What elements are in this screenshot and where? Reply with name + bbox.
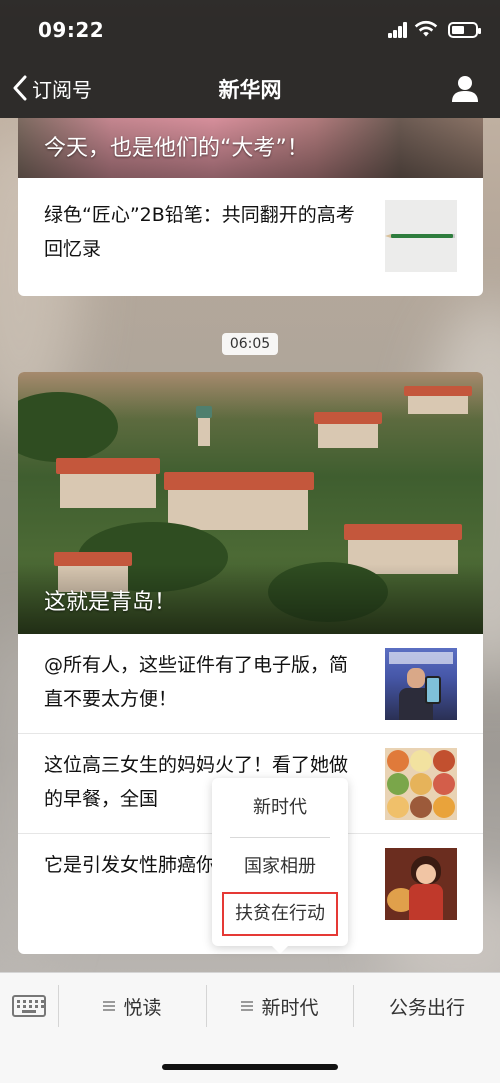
top-bar: 09:22 订阅号 新华网 bbox=[0, 0, 500, 118]
chevron-left-icon bbox=[13, 75, 27, 101]
card-banner[interactable]: 今天，也是他们的“大考”！ bbox=[18, 118, 483, 178]
article-title: @所有人，这些证件有了电子版，简直不要太方便！ bbox=[44, 654, 349, 710]
roof bbox=[56, 458, 160, 474]
dish bbox=[410, 773, 432, 795]
tower-roof bbox=[196, 406, 212, 418]
roof bbox=[314, 412, 382, 424]
submenu-divider bbox=[230, 837, 330, 838]
message-timestamp: 06:05 bbox=[222, 333, 278, 355]
tab-label: 悦读 bbox=[123, 996, 162, 1019]
dish bbox=[410, 750, 432, 772]
thumb-face bbox=[407, 668, 425, 688]
tab-xinshidai[interactable]: 新时代 bbox=[207, 983, 353, 1029]
thumb-dress bbox=[409, 884, 443, 920]
home-indicator[interactable] bbox=[162, 1064, 338, 1070]
article-item[interactable]: 绿色“匠心”2B铅笔：共同翻开的高考回忆录 bbox=[18, 178, 483, 296]
cellular-signal-icon bbox=[388, 22, 408, 38]
pencil-image bbox=[385, 234, 455, 238]
dish bbox=[387, 796, 409, 818]
dish bbox=[387, 773, 409, 795]
tab-yuedu[interactable]: 悦读 bbox=[59, 983, 206, 1029]
article-item[interactable]: @所有人，这些证件有了电子版，简直不要太方便！ bbox=[18, 634, 483, 734]
profile-icon[interactable] bbox=[450, 74, 480, 104]
anime-girl-image bbox=[385, 848, 457, 920]
keyboard-icon bbox=[12, 995, 46, 1017]
building bbox=[168, 484, 308, 530]
menu-lines-icon bbox=[103, 1001, 116, 1011]
nav-bar: 订阅号 新华网 bbox=[0, 62, 500, 114]
article-title: 绿色“匠心”2B铅笔：共同翻开的高考回忆录 bbox=[44, 204, 355, 260]
tab-official-travel[interactable]: 公务出行 bbox=[354, 983, 500, 1029]
article-card-1: 今天，也是他们的“大考”！ 绿色“匠心”2B铅笔：共同翻开的高考回忆录 bbox=[18, 118, 483, 296]
roof bbox=[404, 386, 472, 396]
breakfast-dishes-image bbox=[385, 748, 457, 820]
tab-label: 新时代 bbox=[261, 996, 319, 1019]
submenu-item-national-album[interactable]: 国家相册 bbox=[222, 845, 338, 889]
back-button[interactable]: 订阅号 bbox=[12, 72, 92, 104]
back-label: 订阅号 bbox=[32, 77, 92, 102]
pencil-thumbnail bbox=[385, 200, 457, 272]
submenu-item-poverty-alleviation[interactable]: 扶贫在行动 bbox=[222, 892, 338, 936]
dish bbox=[387, 750, 409, 772]
status-bar: 09:22 bbox=[0, 0, 500, 60]
battery-level bbox=[452, 26, 464, 34]
dish bbox=[433, 796, 455, 818]
thumb-banner bbox=[389, 652, 453, 664]
banner-caption: 今天，也是他们的“大考”！ bbox=[44, 136, 309, 161]
thumb-phone bbox=[425, 676, 441, 704]
roof bbox=[164, 472, 314, 490]
submenu-item-xinshidai[interactable]: 新时代 bbox=[222, 786, 338, 830]
wifi-icon bbox=[414, 20, 438, 37]
dish bbox=[410, 796, 432, 818]
menu-lines-icon bbox=[241, 1001, 254, 1011]
tab-label: 公务出行 bbox=[388, 996, 465, 1019]
dish bbox=[433, 750, 455, 772]
keyboard-toggle-button[interactable] bbox=[0, 983, 58, 1029]
tree-cluster bbox=[18, 392, 118, 462]
battery-icon bbox=[448, 22, 481, 38]
dish bbox=[433, 773, 455, 795]
person-holding-phone-image bbox=[385, 648, 457, 720]
roof bbox=[344, 524, 462, 540]
thumb-face bbox=[416, 864, 436, 884]
building bbox=[318, 420, 378, 448]
submenu-popup: 新时代 国家相册 扶贫在行动 bbox=[212, 778, 348, 954]
status-time: 09:22 bbox=[38, 18, 105, 42]
tower bbox=[198, 416, 210, 446]
building bbox=[60, 468, 156, 508]
hero-caption: 这就是青岛！ bbox=[44, 590, 177, 615]
hero-image[interactable]: 这就是青岛！ bbox=[18, 372, 483, 634]
